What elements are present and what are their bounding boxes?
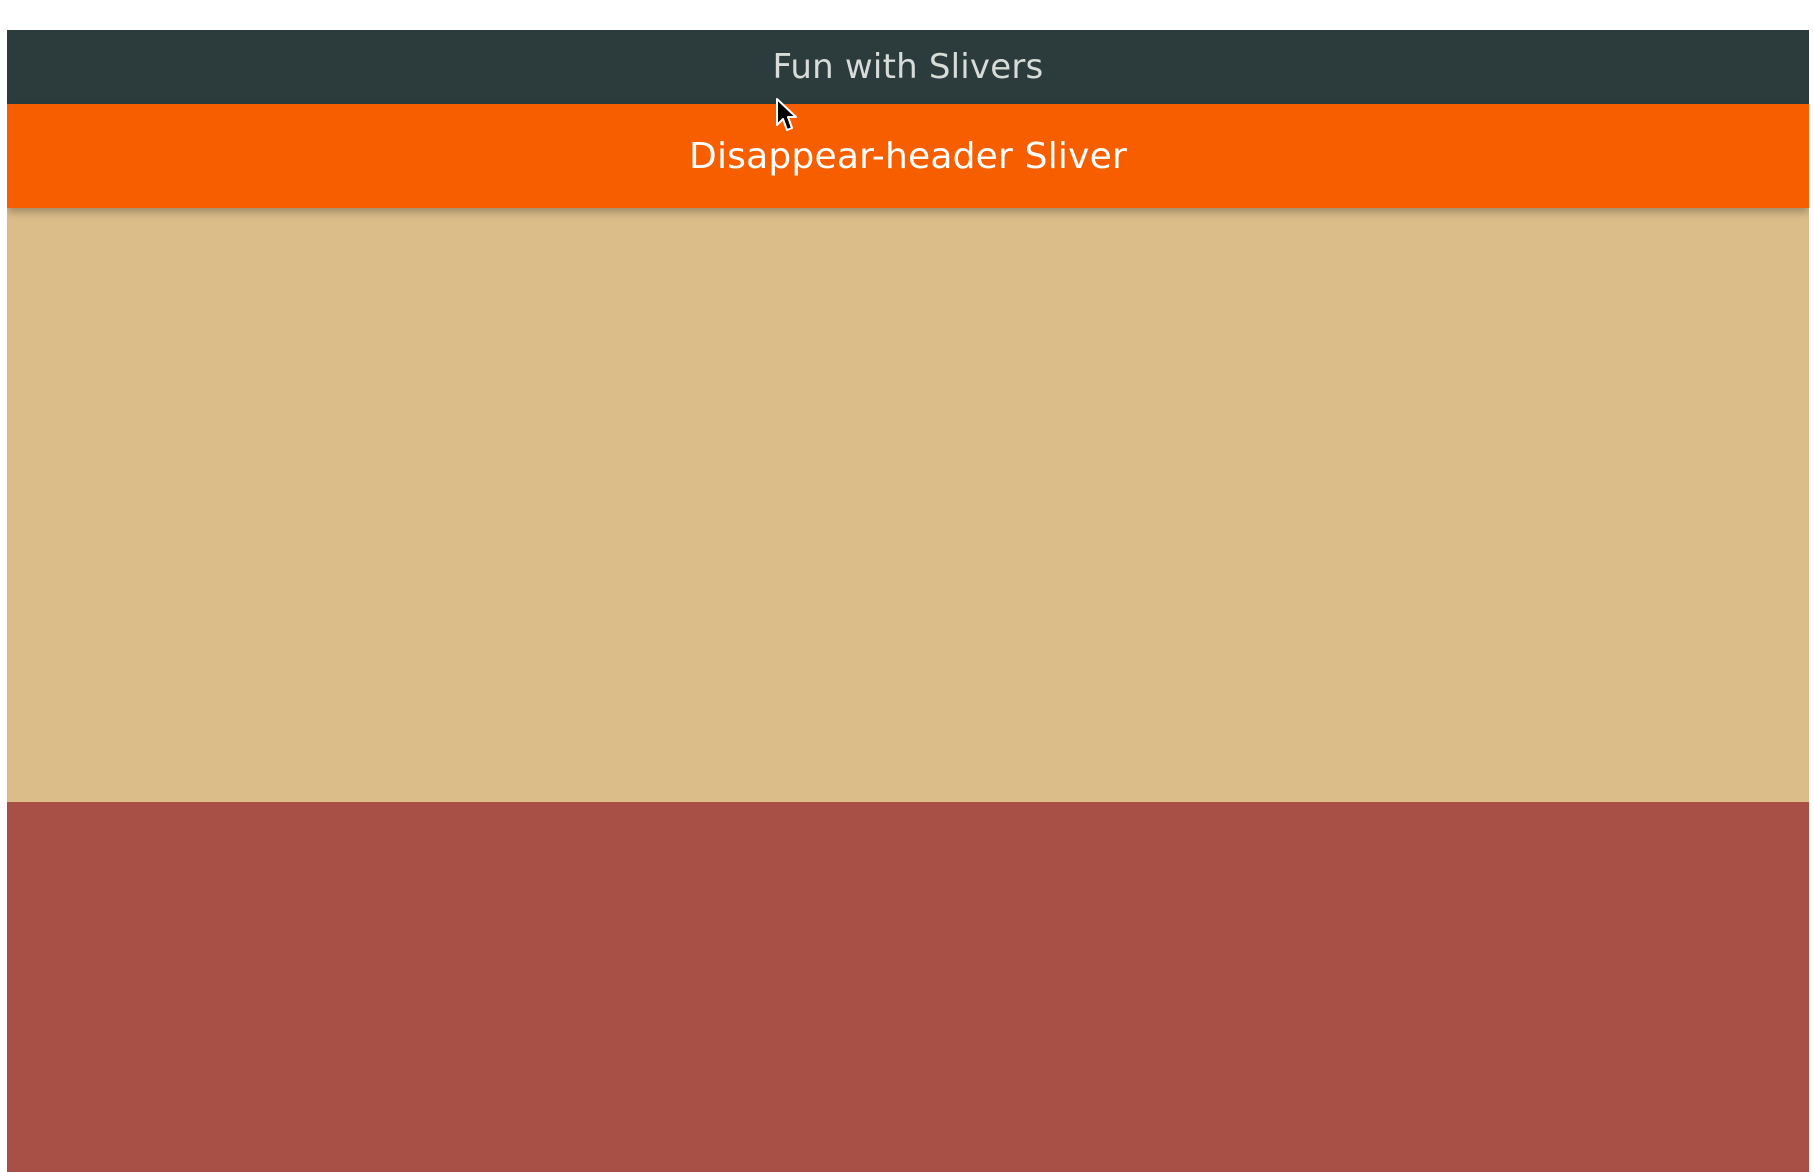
app-bar: Fun with Slivers bbox=[7, 30, 1809, 104]
window-edge bbox=[1809, 30, 1814, 1172]
app-window: Fun with Slivers Disappear-header Sliver bbox=[7, 30, 1809, 1172]
app-bar-title: Fun with Slivers bbox=[772, 47, 1044, 87]
disappear-header-sliver: Disappear-header Sliver bbox=[7, 104, 1809, 208]
mouse-pointer-icon bbox=[776, 98, 797, 131]
content-block-tan bbox=[7, 208, 1809, 802]
sliver-header-title: Disappear-header Sliver bbox=[689, 135, 1127, 177]
content-block-red bbox=[7, 802, 1809, 1172]
